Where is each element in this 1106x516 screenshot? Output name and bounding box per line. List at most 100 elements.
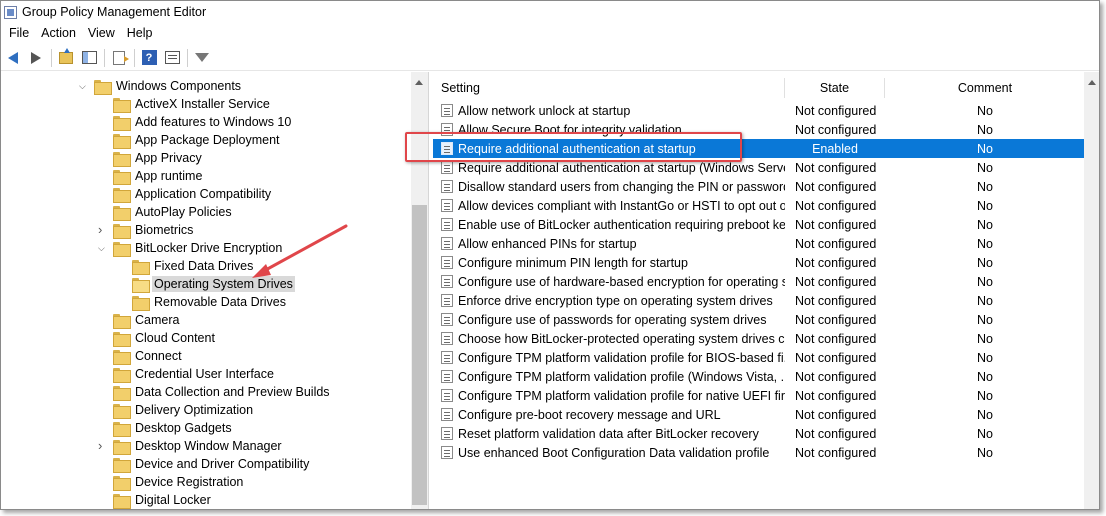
policy-row[interactable]: Configure use of passwords for operating… — [433, 310, 1085, 329]
policy-comment: No — [977, 236, 993, 251]
policy-state: Not configured — [795, 331, 877, 346]
tree-item[interactable]: Data Collection and Preview Builds — [113, 383, 332, 401]
tree-item[interactable]: App Package Deployment — [113, 131, 282, 149]
menu-view[interactable]: View — [82, 26, 121, 40]
policy-comment: No — [977, 331, 993, 346]
chevron-right-icon[interactable]: › — [98, 223, 108, 236]
policy-setting-icon — [441, 446, 453, 459]
policy-row[interactable]: Configure minimum PIN length for startup… — [433, 253, 1085, 272]
toolbar: ? — [1, 45, 1099, 71]
policy-row[interactable]: Allow network unlock at startup Not confi… — [433, 101, 1085, 120]
tree-item[interactable]: Cloud Content — [113, 329, 217, 347]
policy-comment: No — [977, 179, 993, 194]
column-header-comment[interactable]: Comment — [885, 78, 1085, 98]
tree-item[interactable]: ⌵ Windows Components — [79, 77, 243, 95]
help-button[interactable]: ? — [139, 48, 159, 68]
tree-item-label: Cloud Content — [135, 331, 215, 345]
policy-row[interactable]: Enforce drive encryption type on operati… — [433, 291, 1085, 310]
folder-icon — [94, 79, 112, 95]
tree-item[interactable]: Device and Driver Compatibility — [113, 455, 311, 473]
policy-row[interactable]: Disallow standard users from changing th… — [433, 177, 1085, 196]
up-one-level-button[interactable] — [56, 47, 76, 68]
tree-item[interactable]: Fixed Data Drives — [132, 257, 255, 275]
tree-item[interactable]: Application Compatibility — [113, 185, 273, 203]
policy-row[interactable]: Enable use of BitLocker authentication r… — [433, 215, 1085, 234]
tree-item-label: Operating System Drives — [152, 276, 295, 292]
policy-row[interactable]: Allow devices compliant with InstantGo o… — [433, 196, 1085, 215]
tree-item[interactable]: Connect — [113, 347, 184, 365]
tree-item[interactable]: › Desktop Window Manager — [98, 437, 284, 455]
menu-help[interactable]: Help — [121, 26, 159, 40]
chevron-right-icon[interactable]: › — [98, 439, 108, 452]
scroll-up-icon[interactable] — [1088, 80, 1096, 85]
export-list-button[interactable] — [109, 48, 129, 68]
policy-row[interactable]: Use enhanced Boot Configuration Data val… — [433, 443, 1085, 462]
policy-setting-icon — [441, 180, 453, 193]
policy-row[interactable]: Configure TPM platform validation profil… — [433, 348, 1085, 367]
tree-scroll-thumb[interactable] — [412, 205, 427, 505]
tree-item-label: Biometrics — [135, 223, 194, 237]
column-header-state[interactable]: State — [785, 78, 885, 98]
chevron-down-icon[interactable]: ⌵ — [98, 243, 108, 253]
tree-item[interactable]: App Privacy — [113, 149, 204, 167]
show-hide-pane-icon — [81, 51, 97, 64]
policy-setting-icon — [441, 237, 453, 250]
list-header: Setting State Comment — [433, 78, 1085, 98]
tree-item[interactable]: ⌵ BitLocker Drive Encryption — [98, 239, 284, 257]
toolbar-separator — [51, 48, 52, 67]
tree-item[interactable]: Add features to Windows 10 — [113, 113, 293, 131]
tree-item-label: App Package Deployment — [135, 133, 280, 147]
policy-comment: No — [977, 350, 993, 365]
policy-row[interactable]: Allow Secure Boot for integrity validati… — [433, 120, 1085, 139]
show-hide-tree-button[interactable] — [79, 48, 99, 68]
chevron-down-icon[interactable]: ⌵ — [79, 81, 89, 91]
tree-item[interactable]: ActiveX Installer Service — [113, 95, 272, 113]
policy-row[interactable]: Choose how BitLocker-protected operating… — [433, 329, 1085, 348]
tree-item[interactable]: Desktop Gadgets — [113, 419, 234, 437]
policy-setting-icon — [441, 313, 453, 326]
tree-item[interactable]: Operating System Drives — [132, 275, 295, 293]
tree-item[interactable]: Digital Locker — [113, 491, 213, 509]
policy-setting-icon — [441, 389, 453, 402]
tree-item[interactable]: Device Registration — [113, 473, 245, 491]
policy-row[interactable]: Reset platform validation data after Bit… — [433, 424, 1085, 443]
menu-action[interactable]: Action — [35, 26, 82, 40]
tree-item[interactable]: App runtime — [113, 167, 204, 185]
tree-item-label: Windows Components — [116, 79, 242, 93]
policy-row[interactable]: Configure pre-boot recovery message and … — [433, 405, 1085, 424]
tree-item[interactable]: Camera — [113, 311, 181, 329]
folder-icon — [113, 97, 131, 113]
policy-row[interactable]: Configure TPM platform validation profil… — [433, 367, 1085, 386]
policy-setting-icon — [441, 294, 453, 307]
policy-row[interactable]: Allow enhanced PINs for startup Not confi… — [433, 234, 1085, 253]
tree-item[interactable]: Delivery Optimization — [113, 401, 255, 419]
tree-item-label: Application Compatibility — [135, 187, 272, 201]
policy-state: Not configured — [795, 274, 877, 289]
policy-row[interactable]: Configure TPM platform validation profil… — [433, 386, 1085, 405]
filter-button[interactable] — [192, 48, 212, 68]
tree-scrollbar[interactable] — [411, 72, 428, 509]
policy-state: Not configured — [795, 350, 877, 365]
folder-icon — [113, 223, 131, 239]
properties-button[interactable] — [162, 48, 182, 68]
folder-icon — [113, 241, 131, 257]
policy-row[interactable]: Require additional authentication at sta… — [433, 158, 1085, 177]
policy-state: Not configured — [795, 122, 877, 137]
policy-setting-name: Disallow standard users from changing th… — [458, 179, 785, 194]
menu-file[interactable]: File — [3, 26, 35, 40]
back-button[interactable] — [3, 48, 23, 68]
policy-row[interactable]: Require additional authentication at sta… — [433, 139, 1085, 158]
tree-item[interactable]: › Biometrics — [98, 221, 195, 239]
policy-comment: No — [977, 293, 993, 308]
policy-setting-name: Enable use of BitLocker authentication r… — [458, 217, 785, 232]
folder-icon — [132, 277, 150, 293]
list-scrollbar[interactable] — [1084, 72, 1099, 509]
column-header-setting[interactable]: Setting — [433, 78, 785, 98]
tree-item[interactable]: AutoPlay Policies — [113, 203, 234, 221]
forward-button[interactable] — [26, 48, 46, 68]
tree-item[interactable]: Credential User Interface — [113, 365, 276, 383]
scroll-up-icon[interactable] — [415, 80, 423, 85]
policy-row[interactable]: Configure use of hardware-based encrypti… — [433, 272, 1085, 291]
toolbar-separator — [134, 48, 135, 67]
tree-item[interactable]: Removable Data Drives — [132, 293, 288, 311]
